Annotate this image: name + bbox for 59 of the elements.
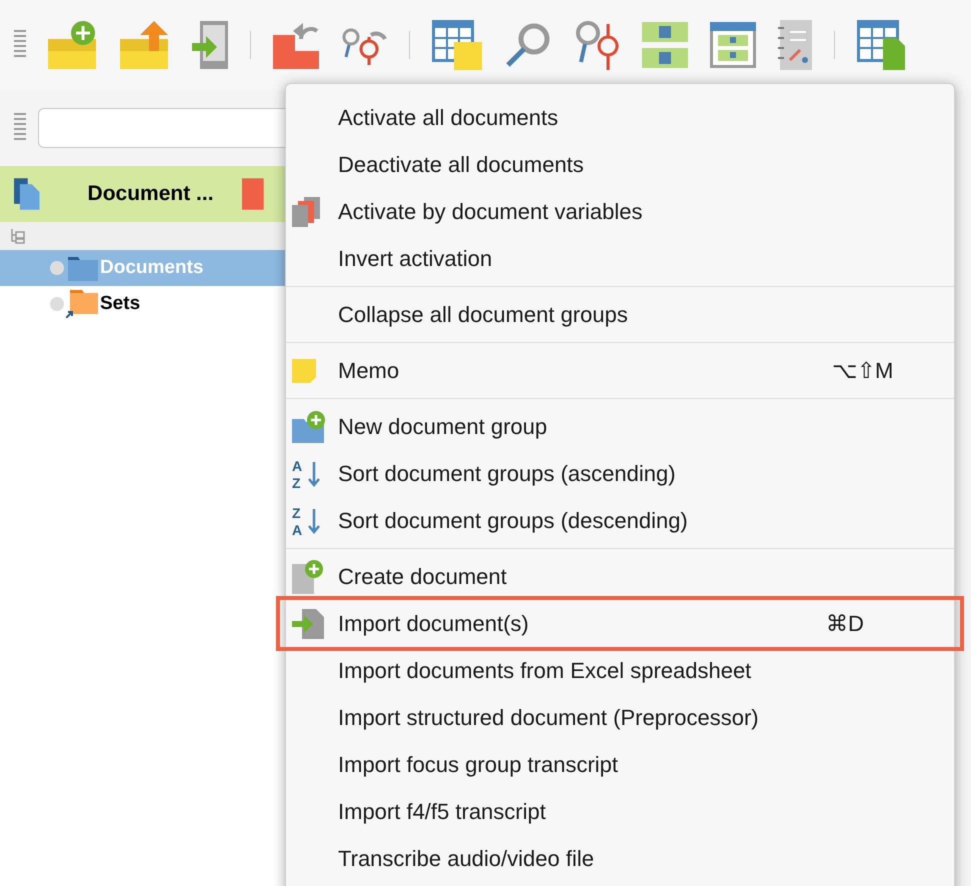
menu-item[interactable]: Import focus group transcript: [286, 741, 954, 788]
document-icon: [14, 178, 40, 210]
menu-item[interactable]: Activate all documents: [286, 94, 954, 141]
menu-item-label: Collapse all document groups: [338, 301, 628, 329]
menu-item-label: Import document(s): [338, 610, 529, 638]
menu-item-label: Transcribe audio/video file: [338, 845, 594, 873]
menu-item[interactable]: Deactivate all documents: [286, 141, 954, 188]
menu-item[interactable]: Activate by document variables: [286, 188, 954, 235]
document-plus-icon: [292, 560, 324, 594]
shortcut-label: ⌘D: [826, 610, 864, 638]
window-segments-icon[interactable]: [710, 22, 756, 68]
table-document-icon[interactable]: [857, 20, 905, 70]
menu-item[interactable]: Invert activation: [286, 235, 954, 282]
notebook-icon[interactable]: [778, 20, 812, 70]
menu-item-label: Import documents from Excel spreadsheet: [338, 657, 752, 685]
shortcut-label: ⌥⇧M: [832, 357, 894, 385]
tag-undo-icon[interactable]: [273, 21, 319, 69]
menu-item[interactable]: Import structured document (Preprocessor): [286, 694, 954, 741]
tree-label: Documents: [100, 256, 204, 280]
menu-item[interactable]: Memo ⌥⇧M: [286, 347, 954, 394]
menu-item[interactable]: Import documents from Excel spreadsheet: [286, 647, 954, 694]
drag-handle-icon[interactable]: [14, 113, 26, 143]
menu-item-label: Import structured document (Preprocessor): [338, 704, 759, 732]
menu-item-label: New document group: [338, 413, 548, 441]
menu-item[interactable]: New document group: [286, 403, 954, 450]
menu-item-label: Import f4/f5 transcript: [338, 798, 546, 826]
table-memo-icon[interactable]: [432, 20, 482, 70]
menu-item[interactable]: Create document: [286, 553, 954, 600]
tree-view-icon[interactable]: [10, 228, 26, 244]
tree-label: Sets: [100, 292, 140, 316]
menu-item[interactable]: Collapse all document groups: [286, 291, 954, 338]
menu-item[interactable]: A Z Sort document groups (ascending): [286, 450, 954, 497]
folder-plus-icon: [292, 410, 326, 442]
menu-item[interactable]: Import document(s) ⌘D: [280, 600, 960, 647]
search-code-icon[interactable]: [574, 20, 620, 70]
menu-item[interactable]: Import f4/f5 transcript: [286, 788, 954, 835]
menu-item-label: Invert activation: [338, 245, 492, 273]
menu-item-label: Import focus group transcript: [338, 751, 618, 779]
memo-icon: [292, 358, 316, 382]
menu-item-label: Sort document groups (descending): [338, 507, 688, 535]
briefcase-upload-icon[interactable]: [120, 21, 170, 69]
menu-item-label: Create document: [338, 563, 507, 591]
menu-item-label: Activate by document variables: [338, 198, 642, 226]
menu-item-label: Sort document groups (ascending): [338, 460, 676, 488]
menu-item-label: Activate all documents: [338, 104, 558, 132]
search-icon[interactable]: [504, 21, 552, 69]
phone-import-icon[interactable]: [192, 21, 228, 69]
panel-title: Document ...: [88, 181, 214, 208]
menu-item[interactable]: Transcribe audio/video file: [286, 835, 954, 882]
menu-item-label: Memo: [338, 357, 400, 385]
folder-icon: [66, 255, 98, 281]
segments-icon[interactable]: [642, 22, 688, 68]
menu-item[interactable]: Z A Sort document groups (descending): [286, 497, 954, 544]
briefcase-plus-icon[interactable]: [48, 21, 98, 69]
drag-handle-icon[interactable]: [14, 30, 26, 60]
documents-icon: [292, 196, 322, 226]
folder-shortcut-icon: [66, 290, 98, 318]
menu-item-label: Deactivate all documents: [338, 151, 584, 179]
document-import-icon: [292, 608, 324, 638]
